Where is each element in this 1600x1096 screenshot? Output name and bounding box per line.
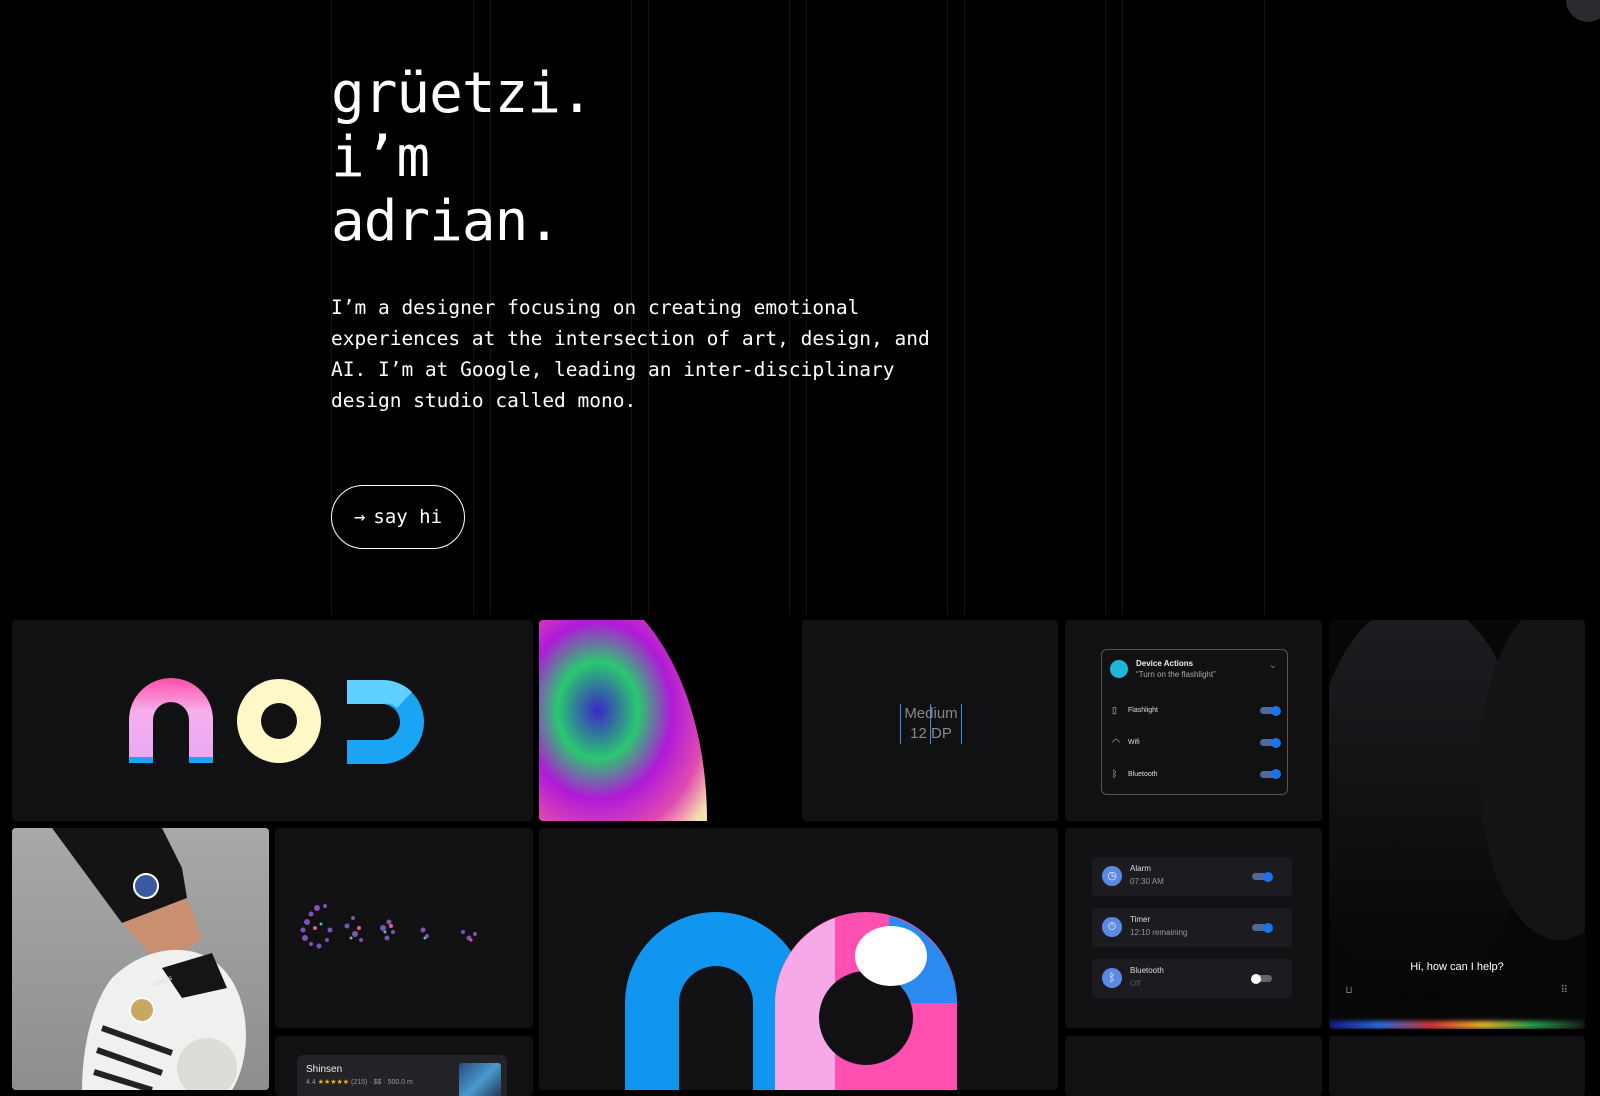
quick-setting-row: ⏱ Timer 12:10 remaining (1092, 908, 1292, 947)
shoe-photo (52, 828, 246, 1090)
quick-setting-subtitle: 07:30 AM (1130, 877, 1164, 886)
bluetooth-toggle (1251, 973, 1272, 984)
hero-title-line: i’m (331, 125, 430, 190)
project-tile-mono-logo[interactable] (539, 828, 1058, 1090)
medium-text: Medium (901, 704, 961, 724)
quick-setting-subtitle: Off (1130, 979, 1141, 988)
alarm-toggle (1252, 871, 1273, 882)
device-actions-title: Device Actions (1136, 659, 1194, 668)
project-tile-maps-card[interactable]: Shinsen 4.4 ★★★★★ (215) · $$ · 500.0 m (275, 1036, 533, 1096)
device-action-row: ▯ Flashlight (1112, 705, 1281, 716)
project-tile-device-actions[interactable]: Device Actions “Turn on the flashlight” … (1065, 620, 1322, 821)
say-hi-button[interactable]: → say hi (331, 485, 465, 549)
quick-setting-subtitle: 12:10 remaining (1130, 928, 1188, 937)
mono-logo (625, 912, 957, 1090)
place-rating: 4.4 (306, 1079, 316, 1086)
device-action-row: ◠ Wifi (1112, 737, 1281, 748)
place-details: (215) · $$ · 500.0 m (351, 1079, 413, 1086)
project-tile-assistant[interactable]: Hi, how can I help? ⊔ ⠿ (1329, 620, 1585, 1029)
arrow-right-icon: → (353, 506, 366, 528)
timer-icon: ⏱ (1102, 917, 1122, 937)
hero-title-line: adrian. (331, 189, 561, 254)
quick-setting-title: Alarm (1130, 864, 1151, 873)
assistant-prompt: Hi, how can I help? (1410, 961, 1504, 973)
device-action-row: ᛒ Bluetooth (1112, 769, 1281, 779)
inbox-icon: ⊔ (1346, 985, 1353, 996)
timer-toggle (1252, 922, 1273, 933)
hero-description: I’m a designer focusing on creating emot… (331, 296, 930, 412)
wifi-toggle (1260, 737, 1281, 748)
device-actions-subtitle: “Turn on the flashlight” (1136, 670, 1216, 679)
device-action-label: Flashlight (1128, 707, 1158, 714)
device-actions-card: Device Actions “Turn on the flashlight” … (1101, 649, 1288, 795)
quick-setting-row: ᛒ Bluetooth Off (1092, 959, 1292, 998)
bluetooth-toggle (1260, 769, 1281, 779)
particle-text-art (300, 904, 477, 949)
menu-button[interactable] (1566, 0, 1600, 22)
device-action-label: Wifi (1128, 739, 1140, 746)
assistant-color-bar (1329, 1021, 1585, 1029)
color-marker-gold[interactable] (129, 997, 155, 1023)
flashlight-toggle (1260, 705, 1281, 716)
project-tile[interactable] (1065, 1036, 1322, 1096)
wifi-icon: ◠ (1112, 737, 1120, 747)
quick-setting-title: Bluetooth (1130, 966, 1164, 975)
bluetooth-icon: ᛒ (1112, 769, 1118, 779)
dp-text: 12 DP (910, 725, 952, 742)
chevron-down-icon: ⌄ (1268, 660, 1277, 671)
typography-spec-label: Medium 12 DP (900, 704, 962, 744)
project-tile-shoe-photo[interactable]: adidas (12, 828, 269, 1090)
hero-title-line: grüetzi. (331, 61, 594, 126)
quick-setting-title: Timer (1130, 915, 1151, 924)
color-marker-blue[interactable] (133, 873, 159, 899)
quick-setting-row: ◷ Alarm 07:30 AM (1092, 857, 1292, 896)
flashlight-badge-icon (1110, 660, 1128, 678)
project-tile[interactable] (1329, 1036, 1585, 1096)
hero-title: grüetzi. i’m adrian. (331, 61, 594, 254)
nod-logo (129, 678, 424, 764)
project-tile-typography-spec[interactable]: Medium 12 DP (802, 620, 1058, 821)
project-tile-quick-settings[interactable]: ◷ Alarm 07:30 AM ⏱ Timer 12:10 remaining… (1065, 828, 1322, 1028)
place-thumbnail (459, 1063, 501, 1096)
bluetooth-icon: ᛒ (1102, 968, 1122, 988)
gradient-swirl-image (539, 620, 707, 821)
device-action-label: Bluetooth (1128, 770, 1158, 778)
flashlight-icon: ▯ (1112, 705, 1117, 715)
project-tile-nod[interactable] (12, 620, 533, 821)
place-meta: 4.4 ★★★★★ (215) · $$ · 500.0 m (306, 1078, 413, 1086)
clock-icon: ◷ (1102, 866, 1122, 886)
say-hi-label: say hi (373, 506, 443, 528)
place-name: Shinsen (306, 1064, 343, 1075)
star-rating-icon: ★★★★★ (317, 1079, 350, 1086)
project-tile-gradient-swirl[interactable] (539, 620, 797, 821)
keyboard-icon: ⠿ (1560, 985, 1568, 996)
project-tile-particle-text[interactable] (275, 828, 533, 1028)
